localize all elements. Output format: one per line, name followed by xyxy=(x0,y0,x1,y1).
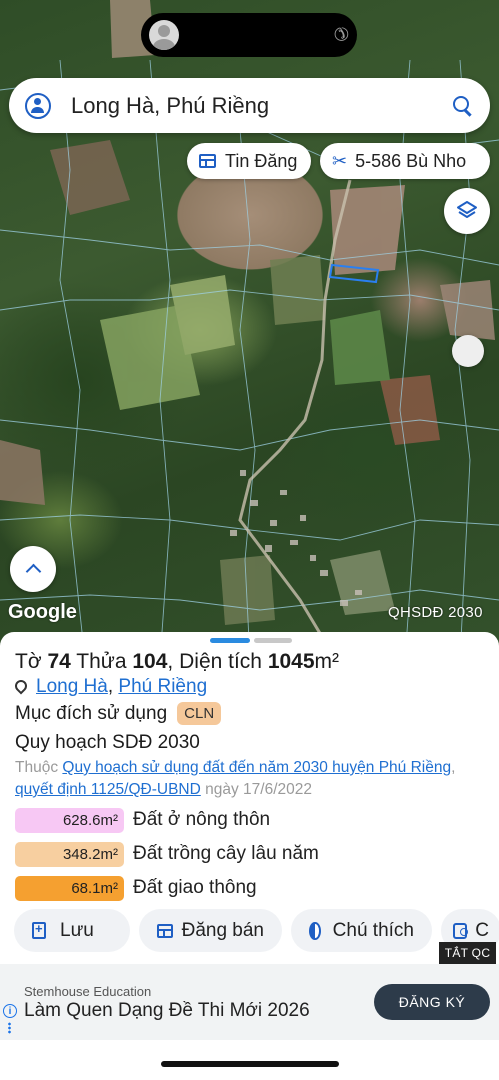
plan-title: Quy hoạch SDĐ 2030 xyxy=(15,732,200,753)
home-indicator-area xyxy=(0,1040,499,1080)
area-row: 348.2m² Đất trồng cây lâu năm xyxy=(15,841,319,867)
area-type-label: Đất giao thông xyxy=(133,877,257,898)
chip-label: 5-586 Bù Nho xyxy=(355,150,467,171)
button-label: Lưu xyxy=(60,919,94,941)
close-ad-button[interactable]: TẮT QC xyxy=(439,942,496,964)
sheet-page-indicator-active xyxy=(210,638,250,643)
plan-link[interactable]: Quy hoạch sử dụng đất đến năm 2030 huyện… xyxy=(62,759,451,776)
land-use-purpose: Mục đích sử dụng CLN xyxy=(15,702,222,725)
decision-link[interactable]: quyết định 1125/QĐ-UBND xyxy=(15,781,201,798)
area-value-box: 68.1m² xyxy=(15,875,124,901)
button-label: Chú thích xyxy=(332,919,414,941)
chip-project[interactable]: ✂ 5-586 Bù Nho xyxy=(320,143,490,179)
chip-tin-dang[interactable]: Tin Đăng xyxy=(187,143,311,179)
save-button[interactable]: Lưu xyxy=(14,909,130,952)
button-label: Đăng bán xyxy=(181,919,264,941)
search-bar[interactable]: Long Hà, Phú Riềng xyxy=(9,78,490,133)
chip-label: Tin Đăng xyxy=(225,150,298,171)
status-island: ✆ xyxy=(141,13,357,57)
area-unit: m² xyxy=(314,650,340,673)
legend-button[interactable]: Chú thích xyxy=(291,909,432,952)
layer-label: QHSDĐ 2030 xyxy=(388,604,483,621)
location-row: Long Hà, Phú Riềng xyxy=(15,676,207,698)
purpose-badge: CLN xyxy=(177,702,222,725)
google-attribution: Google xyxy=(8,601,77,623)
separator: , xyxy=(451,759,456,776)
camera-icon xyxy=(453,922,469,939)
parcel-info-sheet[interactable]: Tờ 74 Thửa 104, Diện tích 1045m² Long Hà… xyxy=(0,632,499,964)
caller-avatar-icon xyxy=(149,20,179,50)
source-prefix: Thuộc xyxy=(15,759,59,776)
layers-icon xyxy=(457,201,477,218)
add-doc-icon xyxy=(32,921,46,939)
home-indicator[interactable] xyxy=(161,1061,339,1067)
parcel-label: Thửa xyxy=(76,650,127,673)
crop-icon: ✂ xyxy=(332,150,348,171)
sheet-number: 74 xyxy=(47,650,71,673)
parcel-number: 104 xyxy=(132,650,168,673)
search-input[interactable]: Long Hà, Phú Riềng xyxy=(71,93,452,119)
separator: , xyxy=(107,676,114,697)
table-icon xyxy=(199,154,216,168)
map-handle-button[interactable] xyxy=(452,335,484,367)
ad-brand: Stemhouse Education xyxy=(24,984,152,999)
ad-info-icon[interactable]: i xyxy=(3,1004,17,1018)
plan-source: Thuộc Quy hoạch sử dụng đất đến năm 2030… xyxy=(15,757,485,801)
area-value-box: 628.6m² xyxy=(15,807,124,833)
ad-banner[interactable]: i Stemhouse Education Làm Quen Dạng Đề T… xyxy=(0,964,499,1040)
action-bar: Lưu Đăng bán Chú thích C xyxy=(14,909,499,952)
area-value: 1045 xyxy=(267,650,315,673)
search-icon[interactable] xyxy=(452,95,474,117)
half-circle-icon xyxy=(309,921,321,940)
account-icon[interactable] xyxy=(25,92,51,119)
table-icon xyxy=(157,923,173,938)
chevron-up-icon xyxy=(25,563,41,580)
comma: , xyxy=(167,650,174,673)
area-row: 68.1m² Đất giao thông xyxy=(15,875,257,901)
purpose-label: Mục đích sử dụng xyxy=(15,702,168,724)
area-value-box: 348.2m² xyxy=(15,841,124,867)
ad-register-button[interactable]: ĐĂNG KÝ xyxy=(374,984,490,1020)
decision-date: ngày 17/6/2022 xyxy=(205,781,312,798)
sheet-page-indicator xyxy=(254,638,292,643)
area-type-label: Đất trồng cây lâu năm xyxy=(133,843,319,864)
post-sale-button[interactable]: Đăng bán xyxy=(139,909,282,952)
phone-hangup-icon: ✆ xyxy=(328,20,354,46)
location-pin-icon xyxy=(15,680,26,695)
parcel-title: Tờ 74 Thửa 104, Diện tích 1045m² xyxy=(15,650,339,674)
button-label: C xyxy=(475,919,489,941)
area-type-label: Đất ở nông thôn xyxy=(133,809,271,830)
expand-up-button[interactable] xyxy=(10,546,56,592)
sheet-label: Tờ xyxy=(15,650,42,673)
district-link[interactable]: Phú Riềng xyxy=(118,676,207,698)
commune-link[interactable]: Long Hà xyxy=(36,676,108,698)
ad-title[interactable]: Làm Quen Dạng Đề Thi Mới 2026 xyxy=(24,1000,310,1022)
area-label: Diện tích xyxy=(179,650,262,673)
layers-button[interactable] xyxy=(444,188,490,234)
more-vertical-icon[interactable] xyxy=(8,1022,11,1034)
area-row: 628.6m² Đất ở nông thôn xyxy=(15,807,270,833)
sheet-handle[interactable] xyxy=(210,638,292,643)
